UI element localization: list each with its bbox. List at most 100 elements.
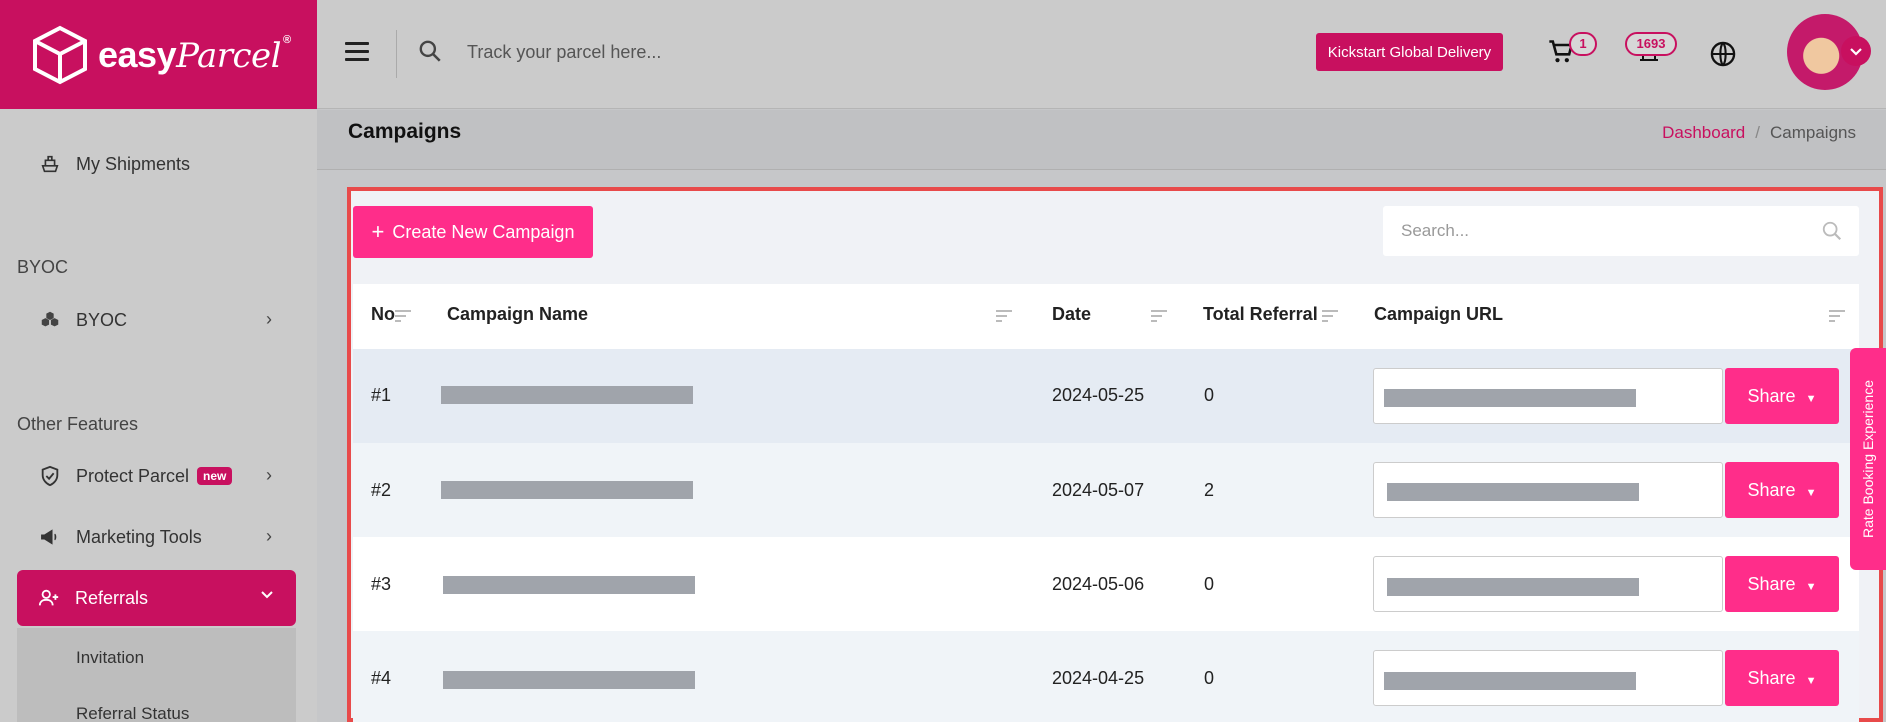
page-title: Campaigns	[348, 120, 462, 143]
new-badge: new	[197, 467, 233, 485]
caret-down-icon: ▼	[1805, 674, 1817, 687]
sidebar-item-label: Referrals	[75, 587, 149, 608]
campaign-url-field[interactable]	[1373, 556, 1723, 612]
sidebar-item-label: Protect Parcel	[76, 465, 190, 486]
column-header-campaign-name[interactable]: Campaign Name	[447, 304, 588, 325]
row-total-referral: 0	[1204, 668, 1215, 688]
redacted-campaign-name	[441, 386, 693, 404]
kickstart-global-delivery-button[interactable]: Kickstart Global Delivery	[1316, 33, 1503, 71]
share-button[interactable]: Share ▼	[1725, 556, 1839, 612]
brand-logo[interactable]: easyParcel ®	[0, 0, 317, 109]
redacted-campaign-url	[1384, 389, 1636, 407]
breadcrumb: Dashboard / Campaigns	[1662, 123, 1856, 143]
row-number: #2	[371, 480, 392, 500]
caret-down-icon: ▼	[1805, 392, 1817, 405]
column-header-campaign-url[interactable]: Campaign URL	[1374, 304, 1503, 325]
table-row: #1 2024-05-25 0 Share ▼	[353, 349, 1859, 443]
notification-count-badge: 1693	[1625, 32, 1677, 56]
redacted-campaign-url	[1387, 483, 1639, 501]
redacted-campaign-name	[441, 481, 693, 499]
redacted-campaign-url	[1387, 578, 1639, 596]
sidebar-section-byoc: BYOC	[17, 257, 69, 277]
divider	[396, 30, 397, 78]
row-total-referral: 0	[1204, 385, 1215, 405]
campaign-search	[1383, 206, 1859, 256]
sort-icon[interactable]	[1322, 310, 1338, 322]
box-logo-icon	[33, 25, 87, 84]
row-date: 2024-05-25	[1052, 385, 1145, 405]
table-header: No Campaign Name Date Total Referral Cam…	[353, 284, 1859, 349]
breadcrumb-separator: /	[1755, 123, 1760, 142]
share-button[interactable]: Share ▼	[1725, 462, 1839, 518]
brand-name: easyParcel ®	[98, 33, 291, 76]
shield-icon	[38, 464, 62, 488]
breadcrumb-current: Campaigns	[1770, 123, 1856, 142]
redacted-campaign-name	[443, 671, 695, 689]
column-header-date[interactable]: Date	[1052, 304, 1091, 325]
cart-count-badge: 1	[1569, 32, 1597, 56]
chevron-down-icon	[260, 586, 274, 607]
row-total-referral: 2	[1204, 480, 1215, 500]
chevron-right-icon: ›	[266, 309, 272, 329]
sidebar-item-my-shipments[interactable]: My Shipments	[38, 152, 190, 176]
row-number: #1	[371, 385, 392, 405]
table-row: #2 2024-05-07 2 Share ▼	[353, 443, 1859, 537]
column-header-total-referral[interactable]: Total Referral	[1203, 304, 1318, 325]
redacted-campaign-url	[1384, 672, 1636, 690]
column-header-no[interactable]: No	[371, 304, 395, 325]
row-date: 2024-05-06	[1052, 574, 1145, 594]
rate-booking-experience-label: Rate Booking Experience	[1860, 380, 1876, 538]
sidebar-item-protect-parcel[interactable]: Protect Parcel new	[38, 464, 233, 488]
share-button[interactable]: Share ▼	[1725, 650, 1839, 706]
sidebar-item-referrals[interactable]: Referrals	[17, 570, 296, 626]
hamburger-menu-icon[interactable]	[345, 42, 369, 62]
sidebar-item-label: My Shipments	[76, 153, 191, 174]
boxes-icon	[38, 308, 62, 332]
share-button[interactable]: Share ▼	[1725, 368, 1839, 424]
redacted-campaign-name	[443, 576, 695, 594]
search-icon	[1822, 221, 1842, 241]
rate-booking-experience-tab[interactable]: Rate Booking Experience	[1850, 348, 1886, 570]
sort-icon[interactable]	[1151, 310, 1167, 322]
row-total-referral: 0	[1204, 574, 1215, 594]
globe-icon[interactable]	[1709, 40, 1737, 68]
row-date: 2024-05-07	[1052, 480, 1145, 500]
track-parcel-input[interactable]	[467, 32, 967, 72]
sidebar-item-label: BYOC	[76, 309, 128, 330]
create-new-campaign-button[interactable]: + Create New Campaign	[353, 206, 593, 258]
table-row: #3 2024-05-06 0 Share ▼	[353, 537, 1859, 631]
sort-icon[interactable]	[996, 310, 1012, 322]
row-date: 2024-04-25	[1052, 668, 1145, 688]
plus-icon: +	[371, 219, 385, 244]
search-icon	[419, 40, 441, 62]
chevron-right-icon: ›	[266, 465, 272, 485]
sort-icon[interactable]	[1829, 310, 1845, 322]
user-add-icon	[37, 587, 61, 609]
caret-down-icon: ▼	[1805, 580, 1817, 593]
sidebar-section-other: Other Features	[17, 414, 139, 434]
row-number: #3	[371, 574, 392, 594]
breadcrumb-dashboard-link[interactable]: Dashboard	[1662, 123, 1745, 142]
megaphone-icon	[38, 525, 62, 549]
campaign-url-field[interactable]	[1373, 650, 1723, 706]
ship-icon	[38, 152, 62, 176]
referrals-submenu: Invitation Referral Status	[17, 628, 296, 722]
submenu-item-referral-status[interactable]: Referral Status	[76, 704, 189, 722]
sidebar: My Shipments BYOC BYOC › Other Features …	[0, 0, 317, 722]
caret-down-icon: ▼	[1805, 486, 1817, 499]
campaigns-card: + Create New Campaign No Campaign Name D…	[347, 187, 1883, 722]
chevron-right-icon: ›	[266, 526, 272, 546]
sidebar-item-label: Marketing Tools	[76, 526, 202, 547]
submenu-item-invitation[interactable]: Invitation	[76, 648, 144, 668]
campaign-search-input[interactable]	[1383, 206, 1803, 256]
sidebar-item-byoc[interactable]: BYOC	[38, 308, 278, 332]
chevron-down-icon[interactable]	[1841, 36, 1871, 66]
sidebar-item-marketing-tools[interactable]: Marketing Tools	[38, 525, 202, 549]
sort-icon[interactable]	[395, 310, 411, 322]
campaign-url-field[interactable]	[1373, 462, 1723, 518]
table-row: #4 2024-04-25 0 Share ▼	[353, 631, 1859, 722]
row-number: #4	[371, 668, 392, 688]
top-header: Kickstart Global Delivery 1 1693	[317, 0, 1886, 109]
campaign-url-field[interactable]	[1373, 368, 1723, 424]
page-title-bar: Campaigns Dashboard / Campaigns	[317, 110, 1886, 170]
